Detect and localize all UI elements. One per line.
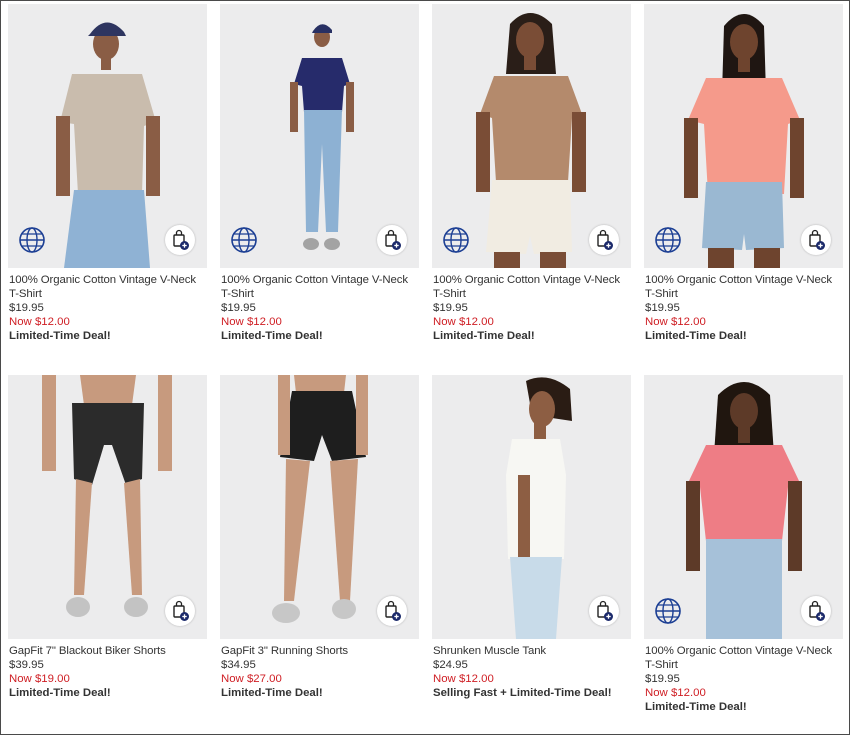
sale-price: Now $19.00 [9,673,70,685]
deal-badge: Selling Fast + Limited-Time Deal! [433,687,612,699]
product-name[interactable]: Shrunken Muscle Tank [432,644,631,658]
product-price: $19.95 [433,302,468,314]
product-name[interactable]: 100% Organic Cotton Vintage V-Neck T-Shi… [644,273,843,301]
sale-price: Now $12.00 [9,316,70,328]
deal-badge: Limited-Time Deal! [221,330,323,342]
deal-badge: Limited-Time Deal! [221,687,323,699]
product-card[interactable]: 100% Organic Cotton Vintage V-Neck T-Shi… [644,4,843,344]
globe-icon[interactable] [442,226,470,254]
add-to-bag-icon[interactable] [801,596,831,626]
product-name[interactable]: 100% Organic Cotton Vintage V-Neck T-Shi… [8,273,207,301]
product-image[interactable] [220,4,419,268]
product-price: $19.95 [645,302,680,314]
product-card[interactable]: GapFit 7" Blackout Biker Shorts $39.95 N… [8,375,207,701]
product-price: $19.95 [221,302,256,314]
globe-icon[interactable] [654,226,682,254]
product-image[interactable] [644,4,843,268]
globe-icon[interactable] [654,597,682,625]
add-to-bag-icon[interactable] [165,596,195,626]
product-image[interactable] [644,375,843,639]
add-to-bag-icon[interactable] [801,225,831,255]
product-card[interactable]: 100% Organic Cotton Vintage V-Neck T-Shi… [644,375,843,715]
product-price: $24.95 [433,659,468,671]
add-to-bag-icon[interactable] [377,596,407,626]
product-name[interactable]: 100% Organic Cotton Vintage V-Neck T-Shi… [644,644,843,672]
add-to-bag-icon[interactable] [589,596,619,626]
product-card[interactable]: Shrunken Muscle Tank $24.95 Now $12.00 S… [432,375,631,701]
sale-price: Now $12.00 [433,316,494,328]
deal-badge: Limited-Time Deal! [645,330,747,342]
product-image[interactable] [8,375,207,639]
product-card[interactable]: 100% Organic Cotton Vintage V-Neck T-Shi… [220,4,419,344]
product-image[interactable] [432,4,631,268]
sale-price: Now $27.00 [221,673,282,685]
product-price: $19.95 [9,302,44,314]
sale-price: Now $12.00 [221,316,282,328]
product-name[interactable]: 100% Organic Cotton Vintage V-Neck T-Shi… [432,273,631,301]
product-price: $39.95 [9,659,44,671]
product-card[interactable]: 100% Organic Cotton Vintage V-Neck T-Shi… [432,4,631,344]
product-image[interactable] [220,375,419,639]
product-image[interactable] [432,375,631,639]
product-price: $34.95 [221,659,256,671]
product-card[interactable]: 100% Organic Cotton Vintage V-Neck T-Shi… [8,4,207,344]
product-name[interactable]: 100% Organic Cotton Vintage V-Neck T-Shi… [220,273,419,301]
add-to-bag-icon[interactable] [165,225,195,255]
sale-price: Now $12.00 [645,316,706,328]
globe-icon[interactable] [18,226,46,254]
deal-badge: Limited-Time Deal! [433,330,535,342]
add-to-bag-icon[interactable] [377,225,407,255]
deal-badge: Limited-Time Deal! [9,687,111,699]
product-price: $19.95 [645,673,680,685]
product-image[interactable] [8,4,207,268]
product-name[interactable]: GapFit 3" Running Shorts [220,644,419,658]
product-name[interactable]: GapFit 7" Blackout Biker Shorts [8,644,207,658]
add-to-bag-icon[interactable] [589,225,619,255]
product-card[interactable]: GapFit 3" Running Shorts $34.95 Now $27.… [220,375,419,701]
deal-badge: Limited-Time Deal! [9,330,111,342]
sale-price: Now $12.00 [433,673,494,685]
deal-badge: Limited-Time Deal! [645,701,747,713]
sale-price: Now $12.00 [645,687,706,699]
globe-icon[interactable] [230,226,258,254]
